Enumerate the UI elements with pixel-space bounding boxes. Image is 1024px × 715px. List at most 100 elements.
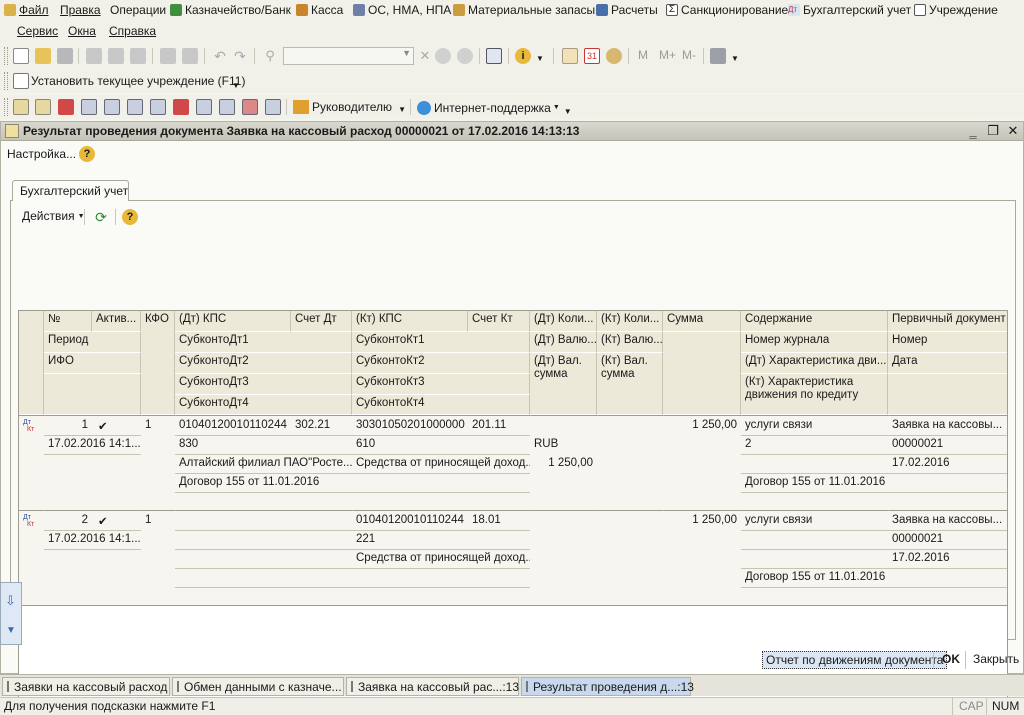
report-icon[interactable] <box>219 99 235 115</box>
header-subconto-kt3[interactable]: СубконтоКт3 <box>352 374 530 395</box>
settings-link[interactable]: Настройка... <box>7 147 76 161</box>
task-treasury-exchange[interactable]: Обмен данными с казначе... <box>172 677 344 696</box>
cell-primary-doc[interactable]: Заявка на кассовы... <box>888 417 1007 433</box>
report-icon[interactable] <box>13 99 29 115</box>
header-dt-currency[interactable]: (Дт) Валю... <box>530 332 597 353</box>
menu-cash[interactable]: Касса <box>296 1 343 19</box>
header-period[interactable]: Период <box>44 332 141 353</box>
header-primary-doc[interactable]: Первичный документ <box>888 311 1007 332</box>
users-icon[interactable] <box>606 48 622 64</box>
postings-table[interactable]: № Актив... КФО (Дт) КПС Счет Дт (Кт) КПС… <box>18 310 1008 707</box>
windows-icon[interactable] <box>486 48 502 64</box>
header-subconto-kt1[interactable]: СубконтоКт1 <box>352 332 530 353</box>
header-subconto-kt4[interactable]: СубконтоКт4 <box>352 395 530 415</box>
header-number[interactable]: Номер <box>888 332 1007 353</box>
calculator-icon[interactable] <box>562 48 578 64</box>
tools-icon[interactable] <box>710 48 726 64</box>
internet-support-button[interactable]: Интернет-поддержка ▼ ▼ <box>417 99 572 116</box>
chevron-down-icon[interactable]: ▼ <box>402 48 411 58</box>
menu-settlements[interactable]: Расчеты <box>596 1 658 19</box>
memory-minus-button[interactable]: M- <box>682 48 696 62</box>
chevron-down-icon[interactable]: ▼ <box>232 81 240 90</box>
actions-menu-button[interactable]: Действия ▼ <box>22 209 85 223</box>
header-num[interactable]: № <box>44 311 92 332</box>
paste-icon[interactable] <box>130 48 146 64</box>
memory-plus-button[interactable]: M+ <box>659 48 676 62</box>
menu-fixed-assets[interactable]: ОС, НМА, НПА <box>353 1 451 19</box>
header-kt-kps[interactable]: (Кт) КПС <box>352 311 468 332</box>
task-cash-request-doc[interactable]: Заявка на кассовый рас...:13 <box>346 677 519 696</box>
checkmark-icon[interactable]: ✔ <box>94 417 114 435</box>
header-active[interactable]: Актив... <box>92 311 141 332</box>
refresh-icon[interactable]: ⟳ <box>93 209 109 225</box>
header-subconto-dt4[interactable]: СубконтоДт4 <box>175 395 352 415</box>
report-icon[interactable] <box>58 99 74 115</box>
cell-primary-doc[interactable]: Заявка на кассовы... <box>888 512 1007 528</box>
search-prev-icon[interactable] <box>457 48 473 64</box>
menu-inventory[interactable]: Материальные запасы <box>453 1 595 19</box>
task-posting-result[interactable]: Результат проведения д...:13 <box>521 677 694 696</box>
menu-sanctioning[interactable]: Σ Санкционирование <box>666 1 788 19</box>
header-account-kt[interactable]: Счет Кт <box>468 311 530 332</box>
new-icon[interactable] <box>13 48 29 64</box>
copy-icon[interactable] <box>108 48 124 64</box>
table-row[interactable]: Дт Кт 2 ✔ 1 01040120010110244 18.01 1 250… <box>19 511 1007 605</box>
header-subconto-dt1[interactable]: СубконтоДт1 <box>175 332 352 353</box>
chevron-down-icon[interactable]: ▼ <box>536 54 544 63</box>
clear-icon[interactable]: ✕ <box>417 48 433 64</box>
header-dt-currency-sum[interactable]: (Дт) Вал. сумма <box>530 353 597 415</box>
menu-institution[interactable]: Учреждение <box>914 1 998 19</box>
header-dt-qty[interactable]: (Дт) Коли... <box>530 311 597 332</box>
calendar-icon[interactable]: 31 <box>584 48 600 64</box>
report-icon[interactable] <box>35 99 51 115</box>
print-preview-icon[interactable] <box>182 48 198 64</box>
ok-button[interactable]: OK <box>942 652 960 666</box>
header-account-dt[interactable]: Счет Дт <box>291 311 352 332</box>
restore-icon[interactable]: ❐ <box>985 123 1001 139</box>
find-icon[interactable]: ⚲ <box>262 48 278 64</box>
toolbar-grip[interactable] <box>4 47 8 65</box>
header-ifo[interactable]: ИФО <box>44 353 141 374</box>
menu-service[interactable]: Сервис <box>17 22 58 40</box>
redo-icon[interactable]: ↷ <box>232 48 248 64</box>
close-button[interactable]: Закрыть <box>973 652 1019 666</box>
help-icon[interactable]: ? <box>122 209 138 225</box>
toolbar-grip[interactable] <box>4 72 8 90</box>
header-kfo[interactable]: КФО <box>141 311 175 415</box>
checkmark-icon[interactable]: ✔ <box>94 512 114 530</box>
menu-file[interactable]: Файл <box>4 1 49 19</box>
report-icon[interactable] <box>242 99 258 115</box>
set-institution-button[interactable]: Установить текущее учреждение (F11) <box>31 74 245 88</box>
menu-windows[interactable]: Окна <box>68 22 96 40</box>
toolbar-grip[interactable] <box>4 98 8 116</box>
header-sum[interactable]: Сумма <box>663 311 741 332</box>
side-panel-handle[interactable]: ⇩ ▼ <box>0 582 22 645</box>
chevron-down-icon[interactable]: ▼ <box>731 54 739 63</box>
close-icon[interactable]: ✕ <box>1005 123 1021 139</box>
header-kt-currency-sum[interactable]: (Кт) Вал. сумма <box>597 353 663 415</box>
header-dt-kps[interactable]: (Дт) КПС <box>175 311 291 332</box>
report-icon[interactable] <box>196 99 212 115</box>
search-input[interactable]: ▼ <box>283 47 414 65</box>
search-next-icon[interactable] <box>435 48 451 64</box>
open-folder-icon[interactable] <box>35 48 51 64</box>
task-cash-requests[interactable]: Заявки на кассовый расход <box>2 677 170 696</box>
report-icon[interactable] <box>104 99 120 115</box>
menu-accounting[interactable]: Дт Бухгалтерский учет <box>788 1 911 19</box>
window-titlebar[interactable]: Результат проведения документа Заявка на… <box>1 122 1023 141</box>
header-subconto-dt2[interactable]: СубконтоДт2 <box>175 353 352 374</box>
header-kt-qty[interactable]: (Кт) Коли... <box>597 311 663 332</box>
header-content[interactable]: Содержание <box>741 311 888 332</box>
manager-menu-button[interactable]: Руководителю ▼ <box>293 99 406 114</box>
header-subconto-kt2[interactable]: СубконтоКт2 <box>352 353 530 374</box>
menu-treasury-bank[interactable]: Казначейство/Банк <box>170 1 291 19</box>
print-icon[interactable] <box>160 48 176 64</box>
memory-button[interactable]: M <box>638 48 648 62</box>
report-icon[interactable] <box>265 99 281 115</box>
report-icon[interactable] <box>127 99 143 115</box>
report-icon[interactable] <box>150 99 166 115</box>
report-icon[interactable] <box>173 99 189 115</box>
help-icon[interactable]: ? <box>79 146 95 162</box>
header-kt-movement[interactable]: (Кт) Характеристика движения по кредиту <box>741 374 888 415</box>
menu-help[interactable]: Справка <box>109 22 156 40</box>
